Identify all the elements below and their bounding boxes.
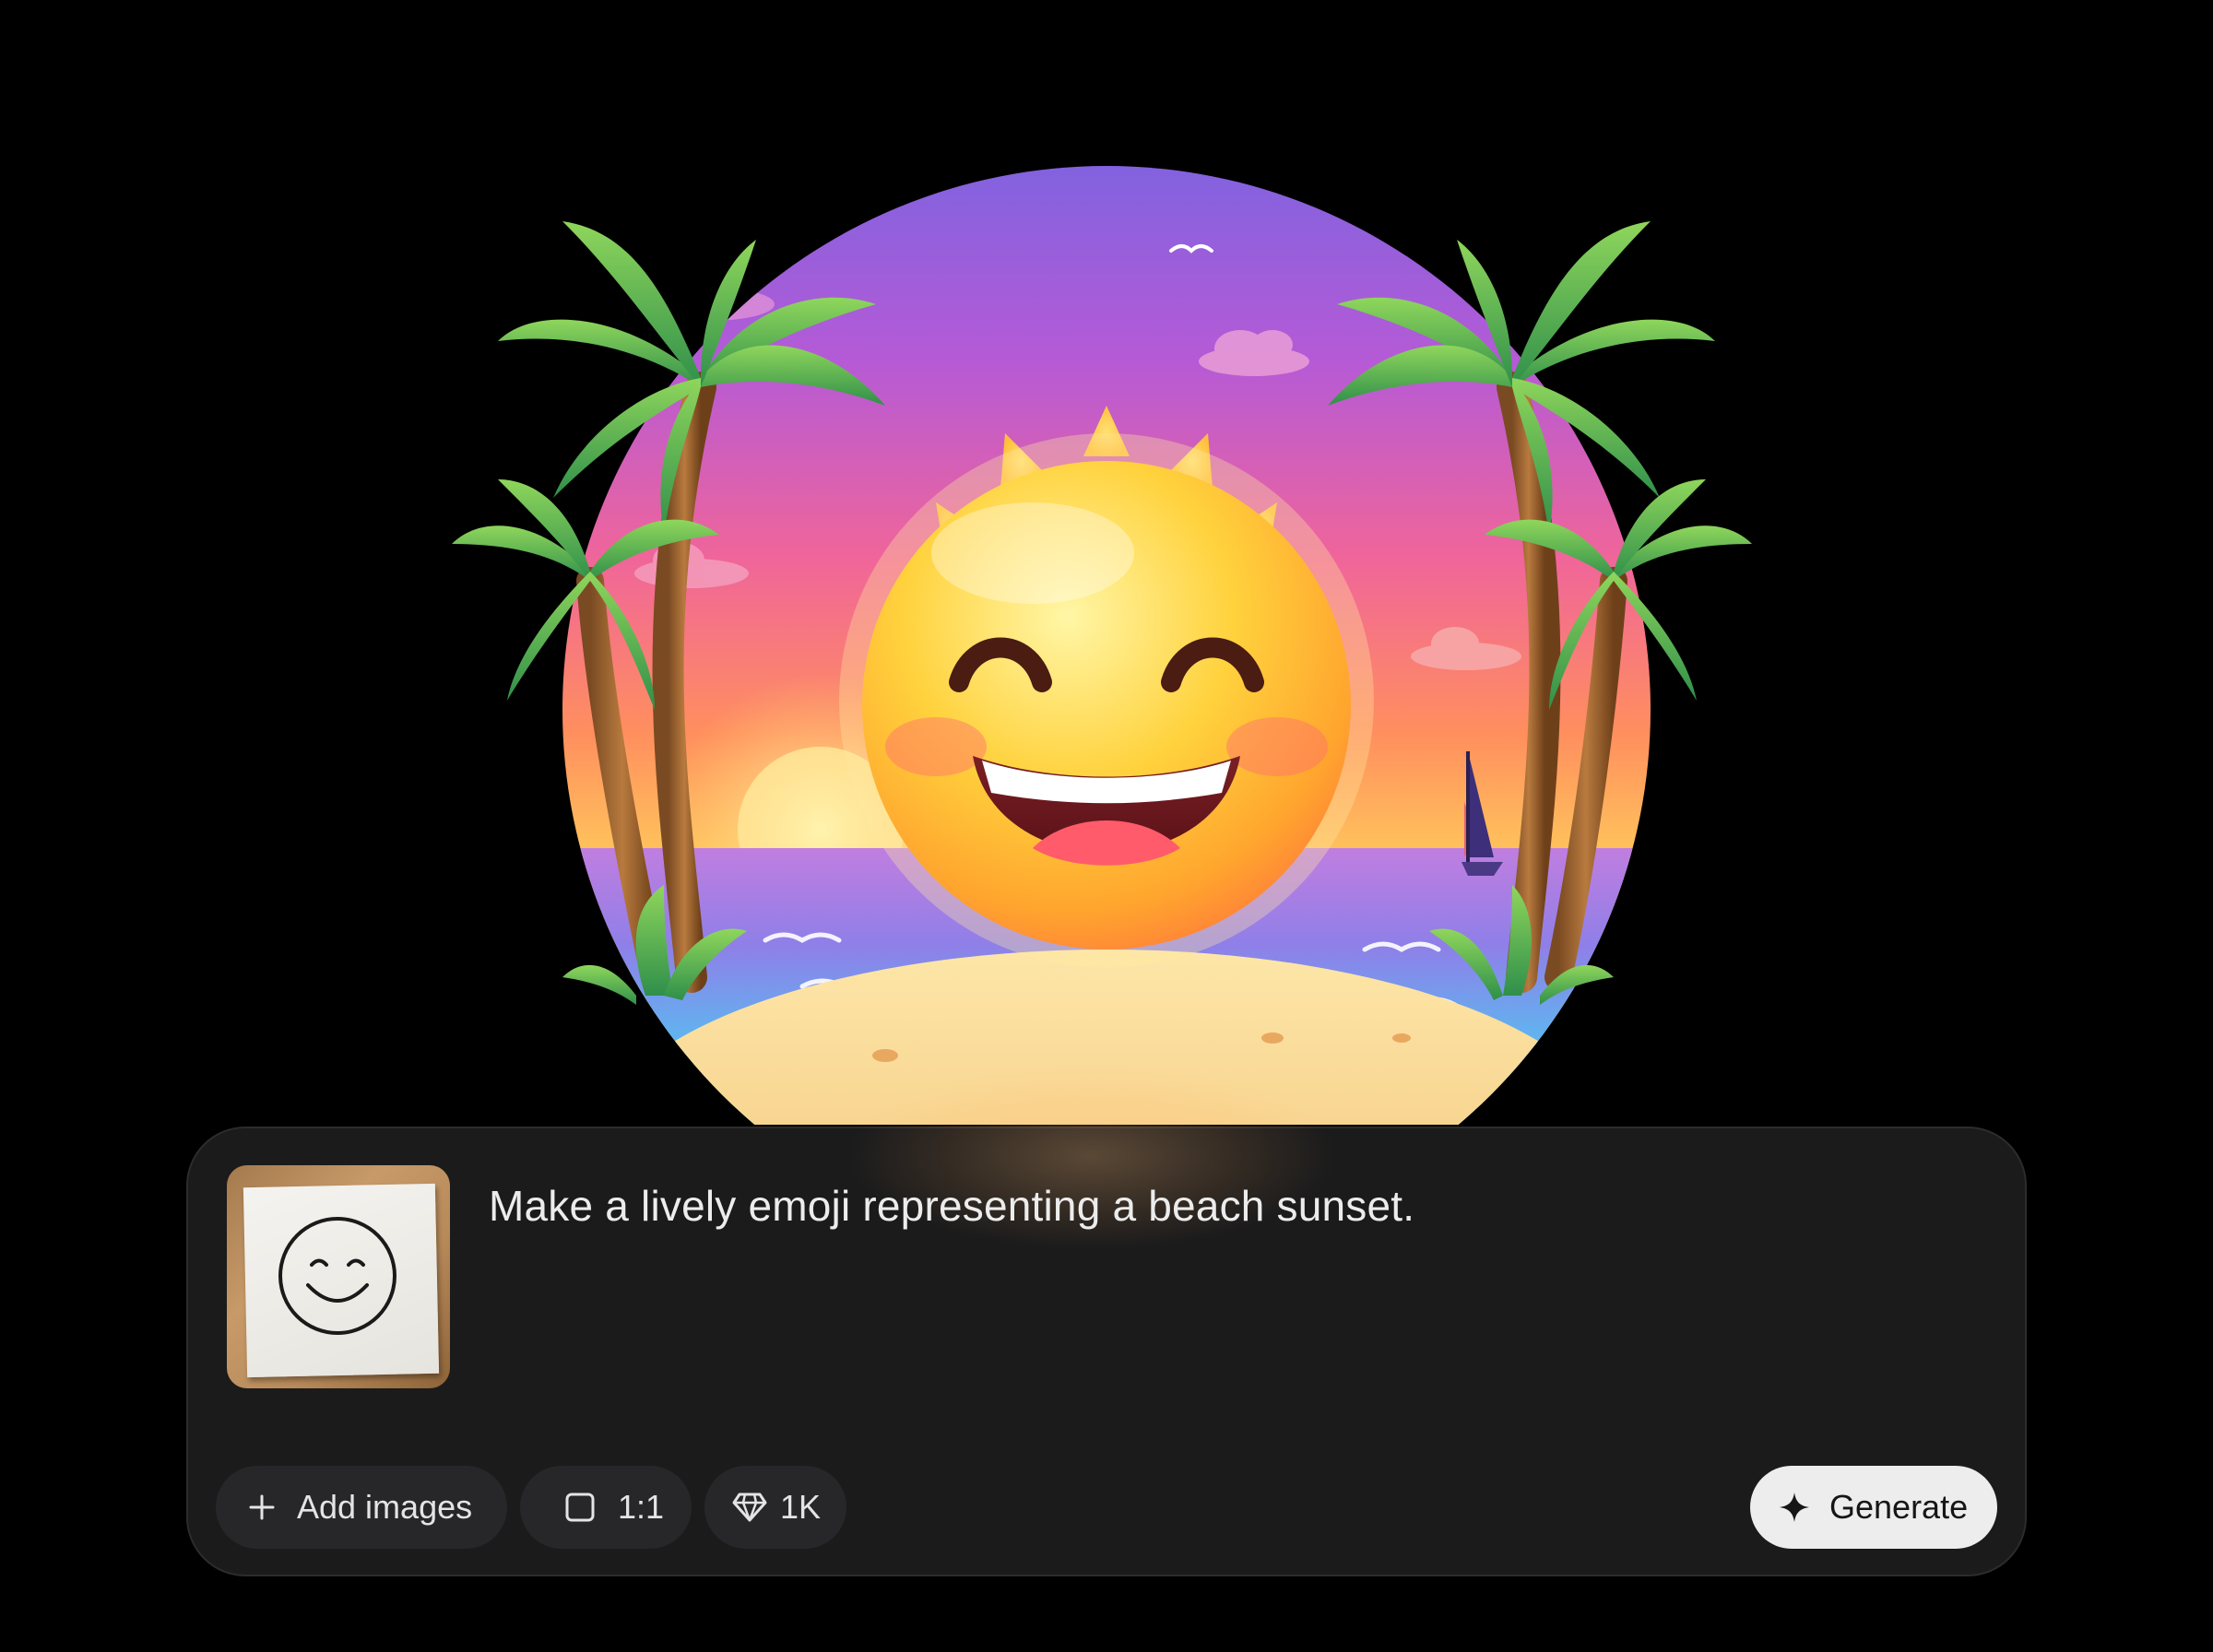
aspect-ratio-button[interactable]: 1:1: [520, 1466, 692, 1549]
sun-emoji-beach-sunset-image: [452, 166, 1752, 1125]
generated-image: [443, 148, 1770, 1125]
square-icon: [564, 1492, 596, 1523]
prompt-composer: Make a lively emoji representing a beach…: [186, 1064, 2027, 1576]
generate-label: Generate: [1829, 1488, 1969, 1526]
generate-button[interactable]: Generate: [1750, 1466, 1997, 1549]
add-images-label: Add images: [297, 1488, 473, 1526]
attached-image-thumbnail[interactable]: [227, 1165, 450, 1388]
prompt-text[interactable]: Make a lively emoji representing a beach…: [489, 1180, 1414, 1232]
add-images-button[interactable]: Add images: [216, 1466, 507, 1549]
plus-icon: [247, 1493, 277, 1522]
resolution-label: 1K: [780, 1488, 822, 1526]
smiley-sketch-note-thumbnail: [278, 1217, 396, 1335]
sparkle-icon: [1778, 1491, 1811, 1524]
app-canvas: Make a lively emoji representing a beach…: [0, 0, 2213, 1652]
diamond-icon: [732, 1492, 767, 1523]
resolution-button[interactable]: 1K: [704, 1466, 846, 1549]
aspect-ratio-label: 1:1: [618, 1488, 665, 1526]
